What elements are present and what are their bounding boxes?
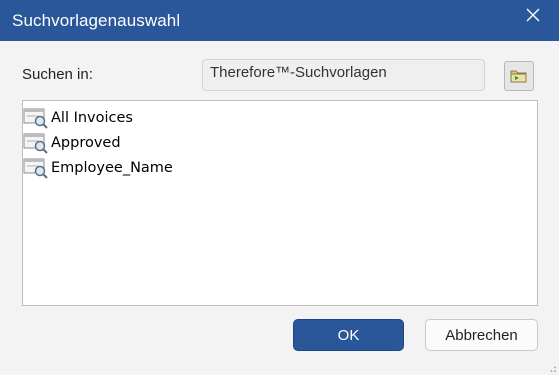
list-item-label: Employee_Name [51,160,173,176]
close-icon [526,8,540,22]
list-item-label: All Invoices [51,110,133,126]
close-button[interactable] [507,0,559,30]
search-in-field[interactable]: Therefore™-Suchvorlagen [202,59,485,91]
folder-icon [510,70,527,83]
search-template-icon [23,158,48,179]
ok-button[interactable]: OK [293,319,404,351]
search-in-label: Suchen in: [22,66,93,83]
window-title: Suchvorlagenauswahl [12,11,181,30]
list-item[interactable]: Approved [23,131,121,155]
cancel-button[interactable]: Abbrechen [425,319,538,351]
list-item-label: Approved [51,135,121,151]
title-bar: Suchvorlagenauswahl [0,0,559,41]
list-item[interactable]: All Invoices [23,106,133,130]
search-template-icon [23,108,48,129]
browse-folder-button[interactable] [504,61,534,91]
template-list[interactable]: All Invoices Approved Employee_Name [22,100,538,306]
list-item[interactable]: Employee_Name [23,156,173,180]
resize-grip-icon[interactable] [547,363,557,373]
search-template-icon [23,133,48,154]
